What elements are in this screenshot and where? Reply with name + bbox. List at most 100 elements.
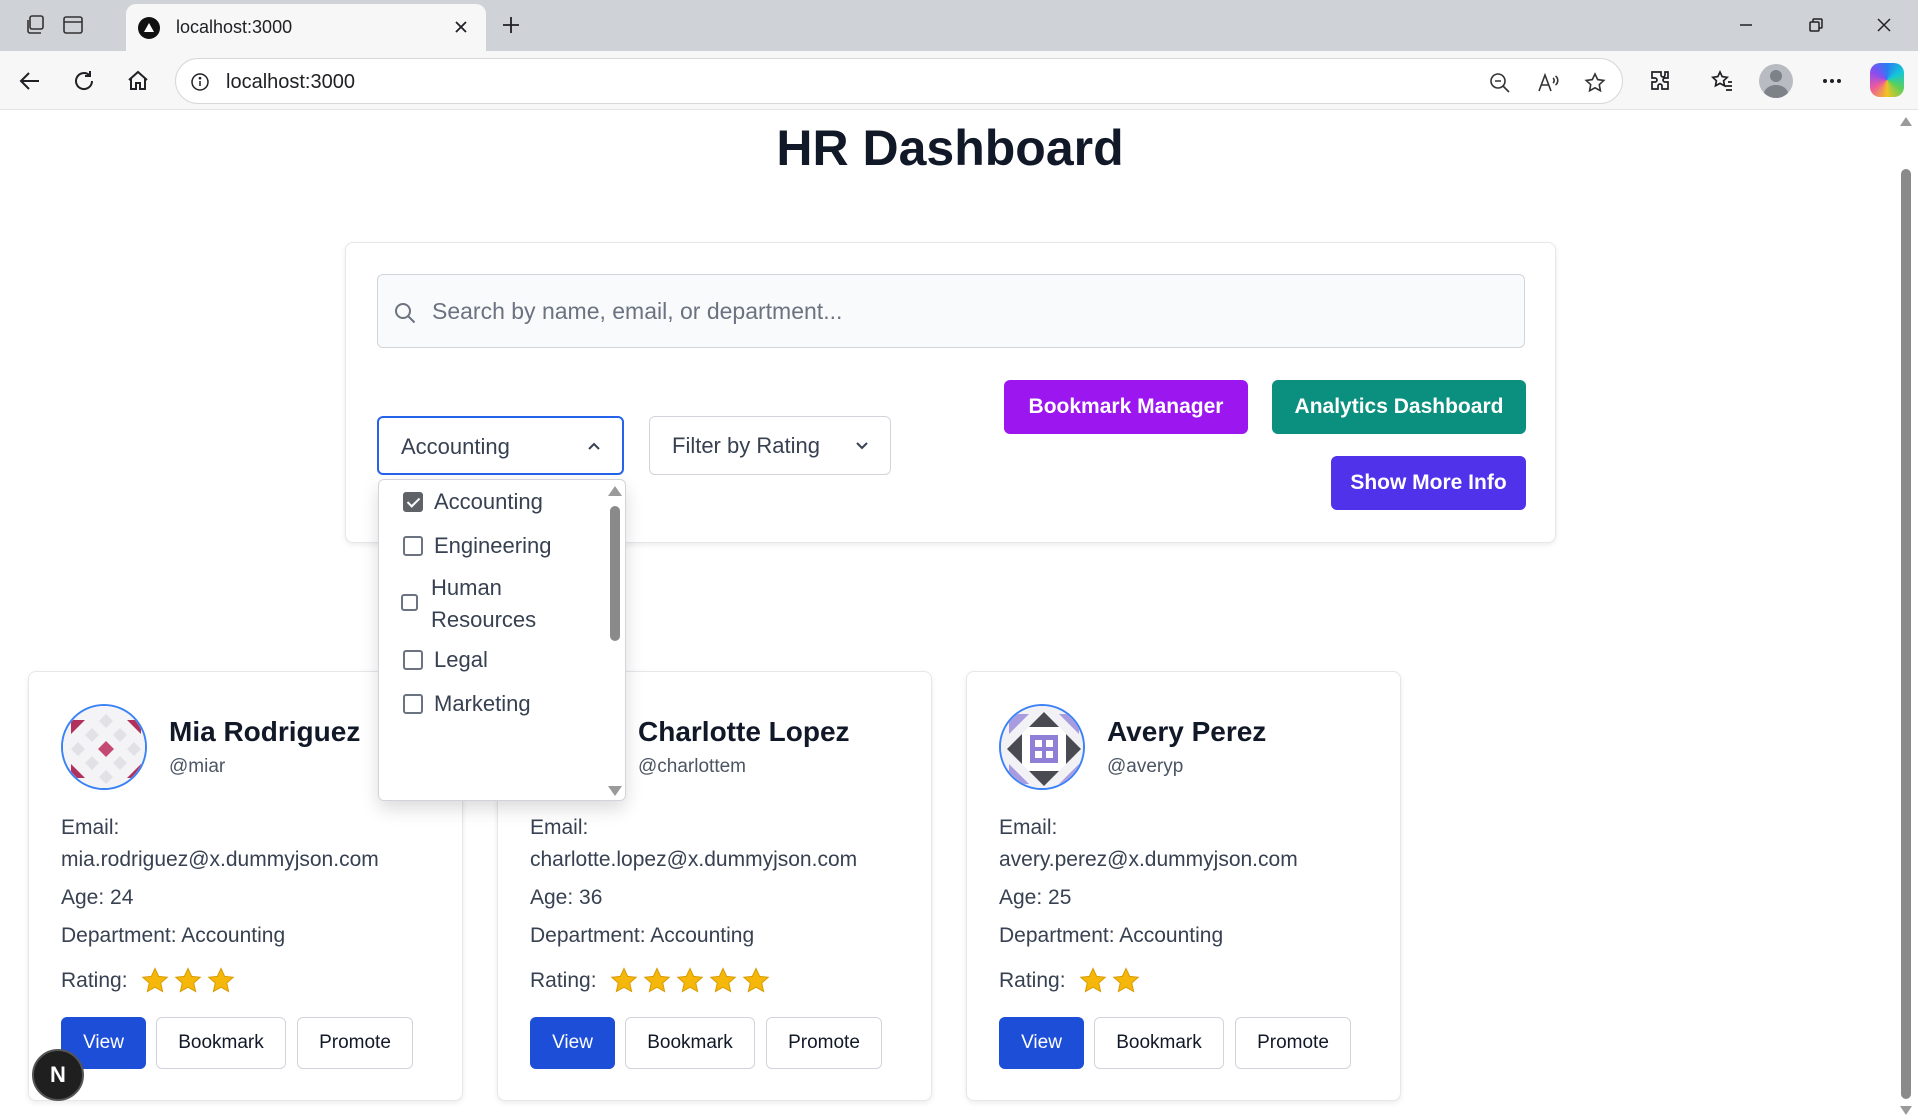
close-icon[interactable]	[446, 12, 476, 42]
employee-name: Avery Perez	[1107, 716, 1267, 747]
minimize-icon[interactable]	[1724, 8, 1768, 42]
profile-avatar[interactable]	[1759, 64, 1793, 98]
employee-email: mia.rodriguez@x.dummyjson.com	[61, 848, 379, 871]
email-label: Email:	[61, 816, 120, 839]
favorites-icon[interactable]	[1704, 63, 1740, 99]
employee-email: charlotte.lopez@x.dummyjson.com	[530, 848, 858, 871]
checkbox-marketing[interactable]	[403, 694, 423, 714]
rating-stars	[609, 966, 774, 996]
employee-age: Age: 36	[530, 886, 603, 909]
extensions-icon[interactable]	[1642, 63, 1678, 99]
page-scrollbar[interactable]	[1894, 111, 1918, 1119]
dropdown-option-human-resources[interactable]: Human Resources	[379, 568, 599, 638]
zoom-out-icon[interactable]	[1486, 69, 1514, 97]
search-box[interactable]	[377, 274, 1525, 348]
tab-actions-icon[interactable]	[20, 10, 50, 40]
star-icon	[1112, 967, 1139, 993]
tab-title: localhost:3000	[176, 17, 293, 37]
department-select[interactable]: Accounting	[377, 416, 624, 475]
rating-stars	[140, 966, 239, 996]
avatar	[61, 704, 147, 790]
view-button[interactable]: View	[999, 1017, 1084, 1069]
analytics-dashboard-button[interactable]: Analytics Dashboard	[1272, 380, 1526, 434]
promote-button[interactable]: Promote	[1235, 1017, 1351, 1069]
star-icon	[610, 967, 637, 993]
bookmark-button[interactable]: Bookmark	[156, 1017, 286, 1069]
option-label: Human Resources	[431, 575, 537, 632]
rating-select-label: Filter by Rating	[672, 433, 820, 458]
checkbox-engineering[interactable]	[403, 536, 423, 556]
scroll-down-icon[interactable]	[1900, 1106, 1912, 1115]
window-close-icon[interactable]	[1862, 8, 1906, 42]
option-label: Engineering	[434, 533, 552, 558]
chevron-down-icon	[856, 442, 868, 450]
rating-stars	[1078, 966, 1144, 996]
option-label: Accounting	[434, 489, 543, 514]
promote-button[interactable]: Promote	[766, 1017, 882, 1069]
email-label: Email:	[530, 816, 589, 839]
bookmark-button[interactable]: Bookmark	[625, 1017, 755, 1069]
rating-select[interactable]: Filter by Rating	[649, 416, 891, 475]
rating-label: Rating:	[530, 969, 597, 992]
star-icon	[643, 967, 670, 993]
checkbox-legal[interactable]	[403, 650, 423, 670]
star-icon	[742, 967, 769, 993]
browser-tab[interactable]: localhost:3000	[126, 4, 486, 51]
rating-label: Rating:	[999, 969, 1066, 992]
option-label: Legal	[434, 647, 488, 672]
restore-icon[interactable]	[1794, 8, 1838, 42]
star-icon	[676, 967, 703, 993]
department-dropdown: Accounting Engineering Human Resources L…	[378, 479, 626, 801]
employee-department: Department: Accounting	[999, 924, 1224, 947]
page-title: HR Dashboard	[776, 120, 1124, 176]
scroll-thumb[interactable]	[610, 506, 620, 641]
employee-card: Avery Perez @averyp Email: avery.perez@x…	[966, 671, 1401, 1101]
plus-icon[interactable]	[496, 10, 526, 40]
dropdown-option-accounting[interactable]: Accounting	[379, 480, 599, 524]
scroll-up-icon[interactable]	[608, 486, 622, 496]
read-aloud-icon[interactable]	[1534, 69, 1562, 97]
scroll-thumb[interactable]	[1901, 169, 1911, 1099]
dropdown-scrollbar[interactable]	[604, 480, 625, 800]
scroll-down-icon[interactable]	[608, 786, 622, 796]
employee-username: @averyp	[1107, 756, 1184, 777]
vertical-tabs-icon[interactable]	[58, 10, 88, 40]
rating-label: Rating:	[61, 969, 128, 992]
employee-name: Charlotte Lopez	[638, 716, 850, 747]
scroll-up-icon[interactable]	[1900, 117, 1912, 126]
checkbox-human-resources[interactable]	[401, 594, 418, 611]
back-icon[interactable]	[12, 63, 48, 99]
dropdown-option-engineering[interactable]: Engineering	[379, 524, 599, 568]
copilot-icon[interactable]	[1870, 63, 1904, 97]
address-bar[interactable]: localhost:3000	[175, 58, 1623, 104]
chevron-up-icon	[588, 442, 600, 450]
view-button[interactable]: View	[530, 1017, 615, 1069]
star-icon	[141, 967, 168, 993]
star-icon	[174, 967, 201, 993]
browser-tab-bar: localhost:3000	[0, 0, 1918, 51]
dropdown-option-marketing[interactable]: Marketing	[379, 682, 599, 726]
favicon-icon	[138, 17, 160, 39]
bookmark-button[interactable]: Bookmark	[1094, 1017, 1224, 1069]
info-icon[interactable]	[188, 70, 212, 94]
search-icon	[395, 303, 416, 324]
star-icon	[1079, 967, 1106, 993]
search-input[interactable]	[432, 275, 1512, 347]
star-icon	[207, 967, 234, 993]
refresh-icon[interactable]	[66, 63, 102, 99]
email-label: Email:	[999, 816, 1058, 839]
employee-age: Age: 24	[61, 886, 134, 909]
home-icon[interactable]	[120, 63, 156, 99]
department-select-value: Accounting	[401, 434, 510, 459]
promote-button[interactable]: Promote	[297, 1017, 413, 1069]
bookmark-manager-button[interactable]: Bookmark Manager	[1004, 380, 1248, 434]
checkbox-accounting[interactable]	[403, 492, 423, 512]
dropdown-option-legal[interactable]: Legal	[379, 638, 599, 682]
nextjs-dev-indicator[interactable]: N	[32, 1049, 84, 1101]
page-viewport: HR Dashboard Accounting Filter by Rating…	[6, 111, 1894, 1119]
show-more-info-button[interactable]: Show More Info	[1331, 456, 1526, 510]
more-icon[interactable]	[1814, 63, 1850, 99]
url-text: localhost:3000	[226, 71, 355, 93]
favorite-icon[interactable]	[1581, 69, 1609, 97]
employee-email: avery.perez@x.dummyjson.com	[999, 848, 1298, 871]
